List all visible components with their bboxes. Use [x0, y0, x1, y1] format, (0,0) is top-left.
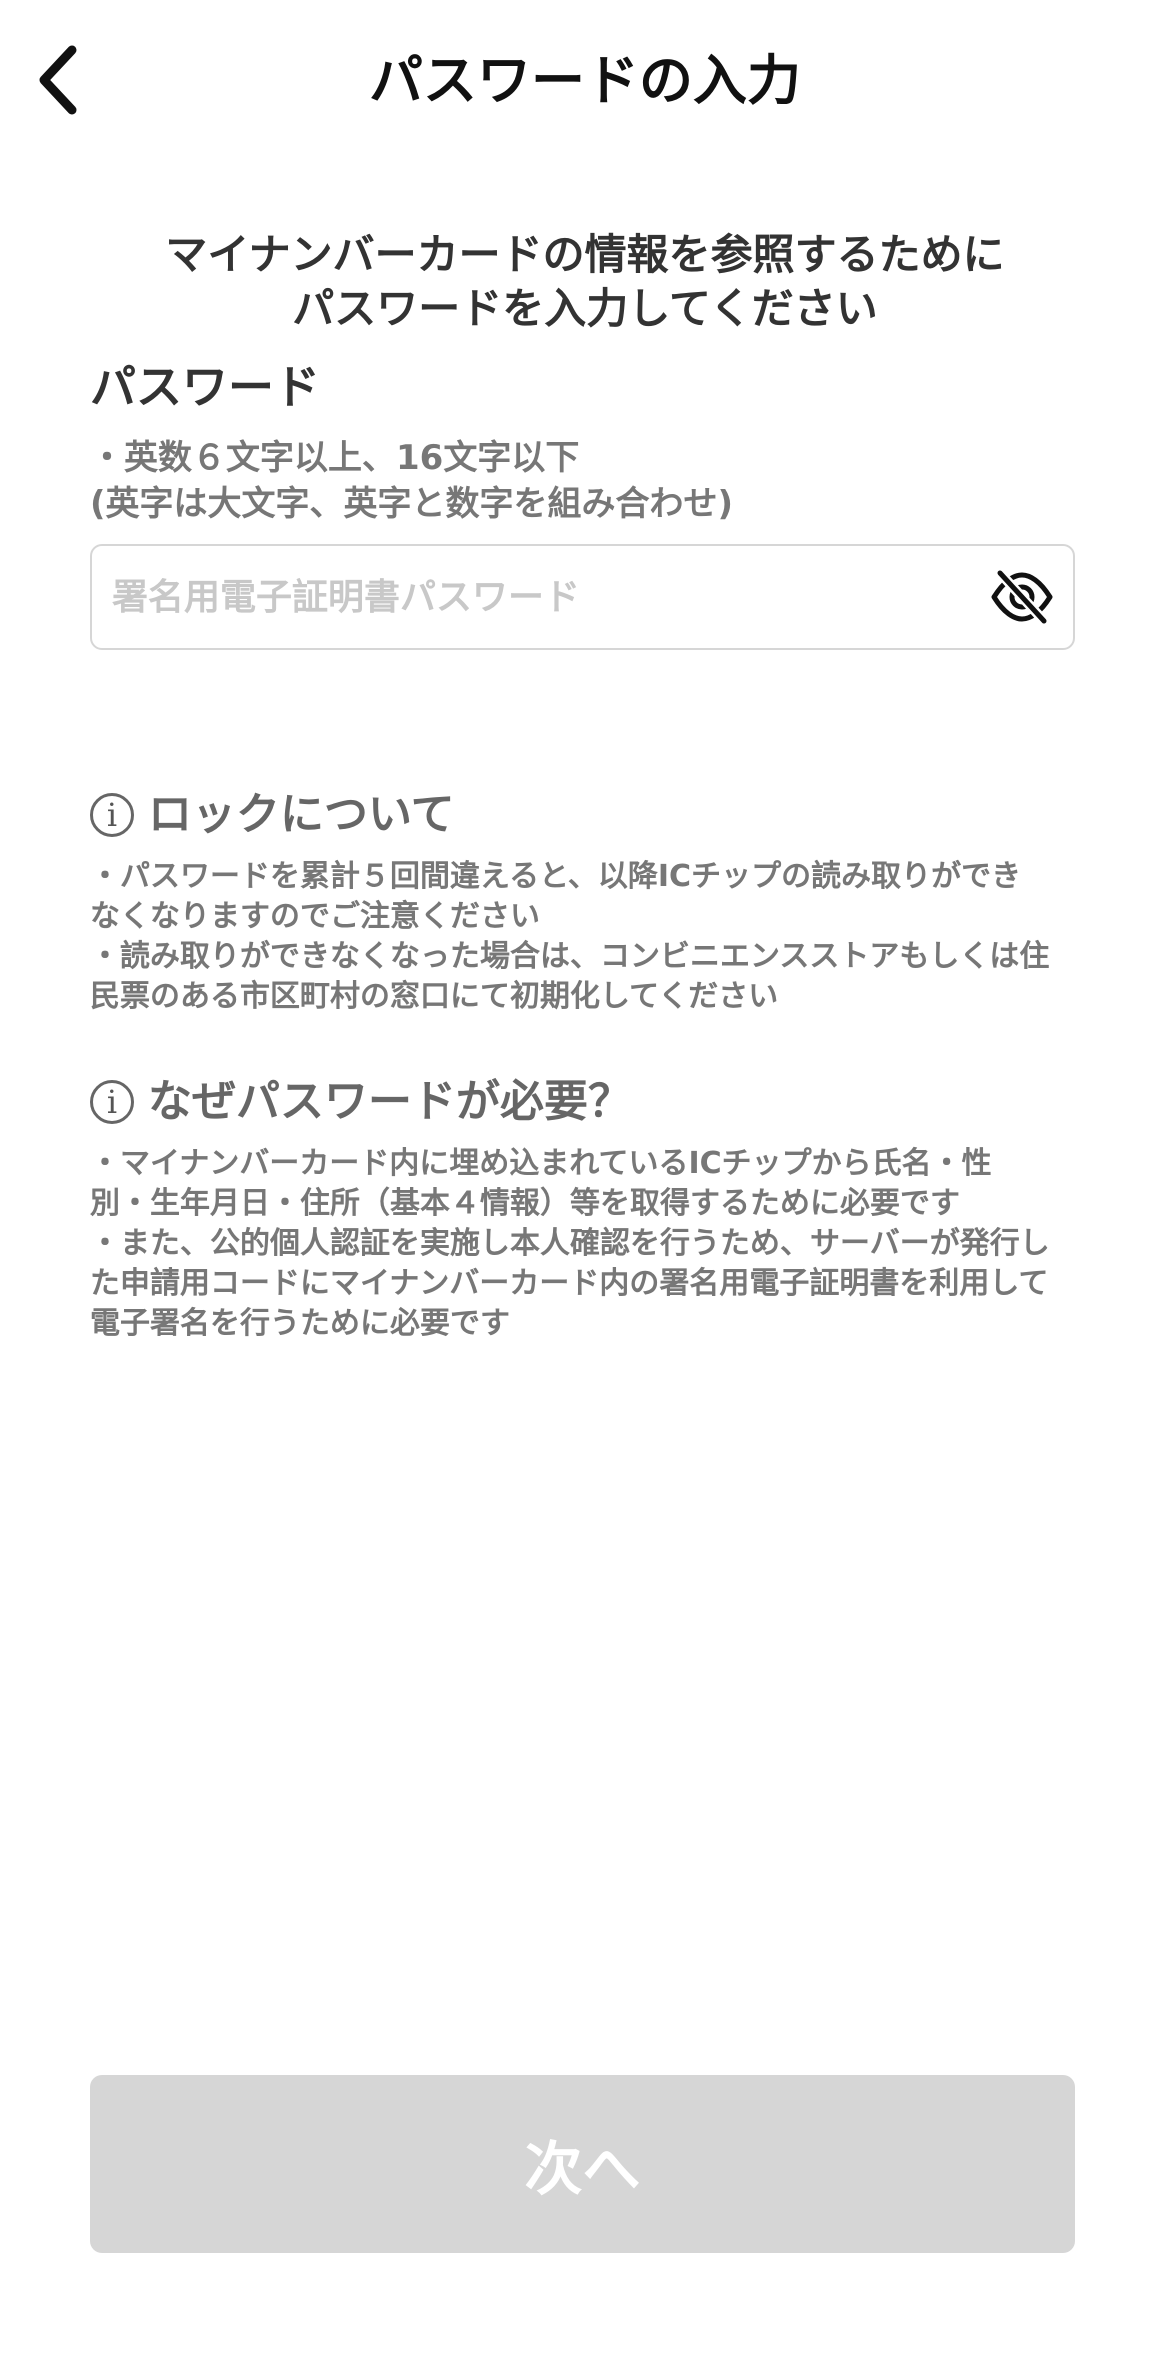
why-password-line: ・マイナンバーカード内に埋め込まれているICチップから氏名・性	[90, 1146, 992, 1181]
info-icon: i	[90, 793, 134, 837]
why-password-line: 電子署名を行うために必要です	[90, 1306, 510, 1341]
page-title: パスワードの入力	[369, 49, 801, 112]
intro-line-1: マイナンバーカードの情報を参照するために	[165, 230, 1005, 279]
why-password-line: た申請用コードにマイナンバーカード内の署名用電子証明書を利用して	[90, 1266, 1049, 1301]
why-password-title: なぜパスワードが必要？	[148, 1076, 632, 1127]
lock-info-line: 民票のある市区町村の窓口にて初期化してください	[90, 979, 779, 1014]
why-password-body: ・マイナンバーカード内に埋め込まれているICチップから氏名・性 別・生年月日・住…	[90, 1144, 1090, 1344]
lock-info-section: i ロックについて ・パスワードを累計５回間違えると、以降ICチップの読み取りが…	[90, 785, 1090, 1017]
lock-info-header: i ロックについて	[90, 785, 1090, 845]
password-hint: ・英数６文字以上、16文字以下 (英字は大文字、英字と数字を組み合わせ)	[90, 435, 1090, 527]
why-password-section: i なぜパスワードが必要？ ・マイナンバーカード内に埋め込まれているICチップか…	[90, 1072, 1090, 1344]
lock-info-line: ・パスワードを累計５回間違えると、以降ICチップの読み取りができ	[90, 859, 1022, 894]
intro-text: マイナンバーカードの情報を参照するために パスワードを入力してください	[90, 228, 1080, 336]
lock-info-line: ・読み取りができなくなった場合は、コンビニエンスストアもしくは住	[90, 939, 1050, 974]
password-input[interactable]	[112, 546, 972, 648]
next-button[interactable]: 次へ	[90, 2075, 1075, 2253]
password-hint-line-2: (英字は大文字、英字と数字を組み合わせ)	[90, 484, 734, 524]
password-hint-line-1: ・英数６文字以上、16文字以下	[90, 438, 580, 478]
lock-info-line: なくなりますのでご注意ください	[90, 899, 540, 934]
password-label: パスワード	[90, 360, 320, 414]
lock-info-body: ・パスワードを累計５回間違えると、以降ICチップの読み取りができ なくなりますの…	[90, 857, 1090, 1017]
lock-info-title: ロックについて	[148, 789, 455, 840]
header: パスワードの入力	[0, 0, 1170, 165]
why-password-line: ・また、公的個人認証を実施し本人確認を行うため、サーバーが発行し	[90, 1226, 1050, 1261]
why-password-line: 別・生年月日・住所（基本４情報）等を取得するために必要です	[90, 1186, 960, 1221]
info-icon: i	[90, 1080, 134, 1124]
password-input-box	[90, 544, 1075, 650]
eye-slash-icon	[991, 569, 1053, 625]
why-password-header: i なぜパスワードが必要？	[90, 1072, 1090, 1132]
toggle-password-visibility-button[interactable]	[989, 566, 1055, 628]
intro-line-2: パスワードを入力してください	[292, 284, 878, 333]
